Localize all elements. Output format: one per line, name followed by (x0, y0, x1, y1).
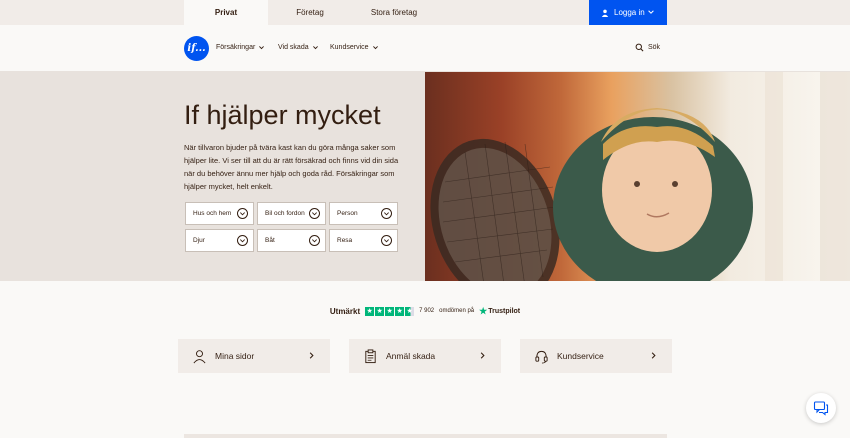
star-icon: ★ (365, 306, 375, 316)
trustpilot-star-icon: ★ (479, 305, 488, 316)
tab-stora-foretag[interactable]: Stora företag (352, 0, 436, 25)
star-half-icon: ★ (405, 306, 415, 316)
chat-icon (813, 401, 829, 416)
chevron-down-icon (372, 46, 378, 50)
person-icon (193, 349, 206, 363)
headset-icon (535, 350, 548, 363)
hero-image (425, 72, 850, 281)
segment-bar: Privat Företag Stora företag Logga in (0, 0, 850, 25)
picker-bil-och-fordon[interactable]: Bil och fordon (257, 202, 326, 225)
hero-title: If hjälper mycket (184, 100, 381, 130)
card-label: Anmäl skada (386, 351, 436, 361)
card-label: Kundservice (557, 351, 604, 361)
nav-forsakringar[interactable]: Försäkringar (216, 44, 265, 51)
trustpilot-widget[interactable]: Utmärkt ★ ★ ★ ★ ★ 7 902 omdömen på ★ Trus… (0, 304, 850, 318)
chevron-down-icon (237, 235, 248, 246)
login-button[interactable]: Logga in (589, 0, 667, 25)
card-label: Mina sidor (215, 351, 255, 361)
picker-resa[interactable]: Resa (329, 229, 398, 252)
picker-label: Hus och hem (193, 210, 232, 217)
card-kundservice[interactable]: Kundservice (520, 339, 672, 373)
star-icon: ★ (395, 306, 405, 316)
trustpilot-review-suffix: omdömen på (439, 308, 475, 314)
bottom-strip (184, 434, 667, 438)
logo-text: if... (187, 43, 206, 54)
nav-label: Kundservice (330, 44, 369, 51)
picker-bat[interactable]: Båt (257, 229, 326, 252)
trustpilot-logo: ★ Trustpilot (479, 306, 520, 317)
tab-foretag[interactable]: Företag (268, 0, 352, 25)
if-logo[interactable]: if... (184, 36, 209, 61)
chevron-down-icon (309, 235, 320, 246)
picker-label: Resa (337, 237, 353, 244)
picker-label: Båt (265, 237, 275, 244)
search-icon (635, 43, 644, 52)
nav-vid-skada[interactable]: Vid skada (278, 44, 319, 51)
picker-hus-och-hem[interactable]: Hus och hem (185, 202, 254, 225)
chevron-down-icon (381, 208, 392, 219)
hero-text: När tillvaron bjuder på tvära kast kan d… (184, 143, 399, 191)
trustpilot-brand: Trustpilot (488, 307, 521, 315)
chevron-down-icon (312, 46, 318, 50)
picker-label: Bil och fordon (265, 210, 305, 217)
picker-label: Person (337, 210, 358, 217)
chevron-down-icon (381, 235, 392, 246)
main-nav: if... Försäkringar Vid skada Kundservice… (0, 25, 850, 72)
login-label: Logga in (614, 8, 645, 17)
chevron-down-icon (309, 208, 320, 219)
picker-label: Djur (193, 237, 205, 244)
chevron-down-icon (237, 208, 248, 219)
trustpilot-rating-word: Utmärkt (329, 306, 361, 316)
card-mina-sidor[interactable]: Mina sidor (178, 339, 330, 373)
star-icon: ★ (375, 306, 385, 316)
boy-with-racket-illustration (430, 72, 850, 281)
trustpilot-stars: ★ ★ ★ ★ ★ (365, 306, 415, 316)
trustpilot-review-count: 7 902 (419, 308, 435, 314)
star-icon: ★ (385, 306, 395, 316)
search-button[interactable]: Sök (635, 43, 660, 52)
clipboard-icon (365, 348, 376, 363)
chevron-right-icon (309, 352, 314, 359)
chevron-down-icon (259, 46, 265, 50)
nav-kundservice[interactable]: Kundservice (330, 44, 379, 51)
picker-person[interactable]: Person (329, 202, 398, 225)
user-icon (601, 9, 609, 17)
nav-label: Försäkringar (216, 44, 256, 51)
chevron-right-icon (480, 352, 485, 359)
chat-button[interactable] (806, 393, 836, 423)
tab-privat[interactable]: Privat (184, 0, 268, 25)
chevron-down-icon (648, 10, 654, 14)
card-anmal-skada[interactable]: Anmäl skada (349, 339, 501, 373)
picker-djur[interactable]: Djur (185, 229, 254, 252)
nav-label: Vid skada (278, 44, 309, 51)
search-label: Sök (648, 44, 661, 51)
chevron-right-icon (651, 352, 656, 359)
